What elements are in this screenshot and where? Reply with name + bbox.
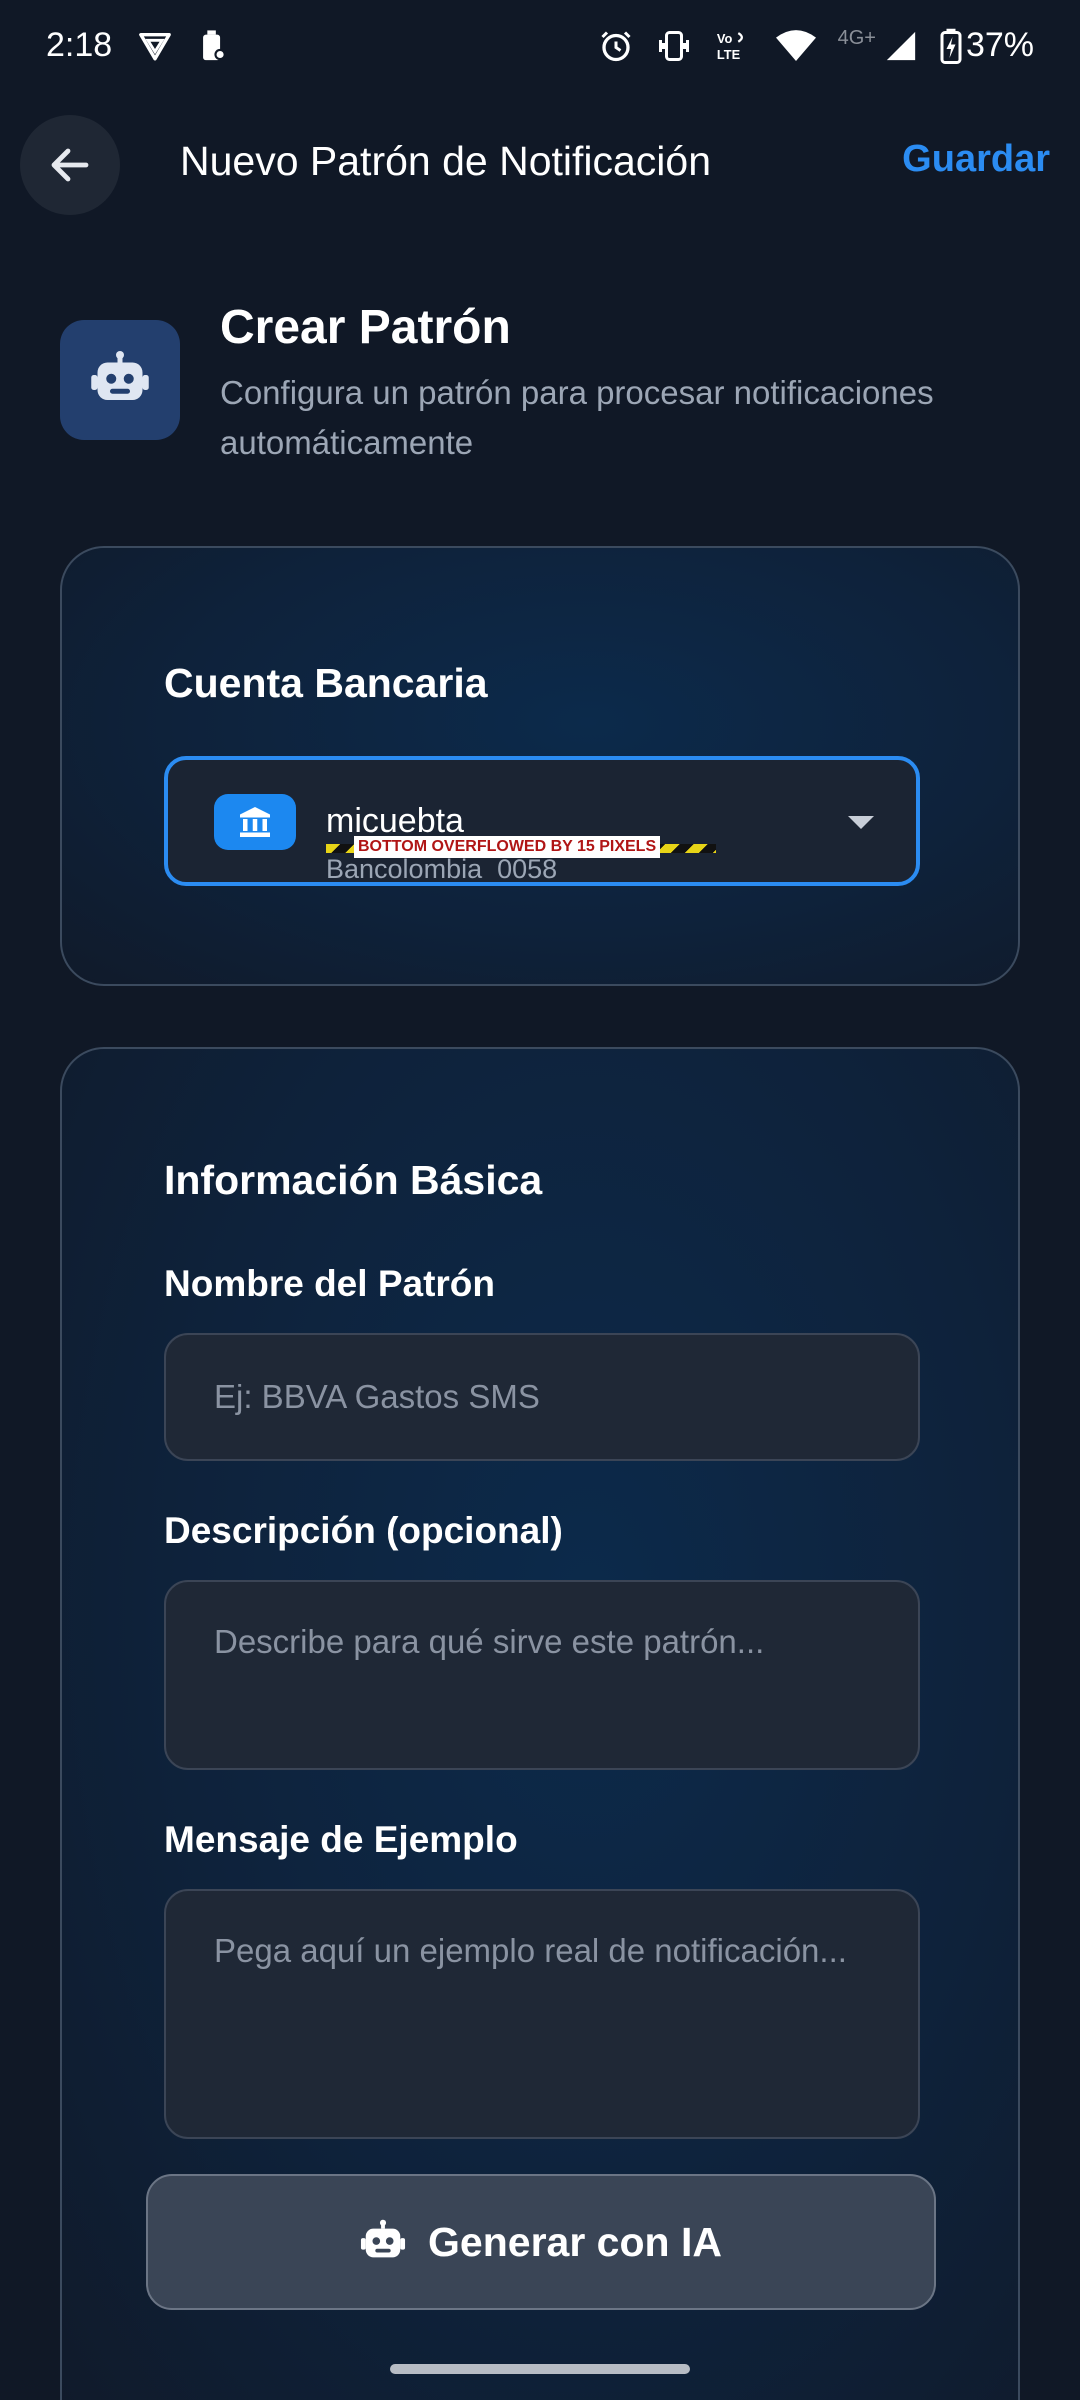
- robot-icon: [360, 2219, 406, 2258]
- generate-button-label: Generar con IA: [428, 2218, 722, 2265]
- pattern-name-label: Nombre del Patrón: [164, 1263, 495, 1304]
- pattern-name-input[interactable]: [164, 1333, 920, 1461]
- save-button[interactable]: Guardar: [902, 138, 1050, 181]
- alarm-icon: [601, 30, 631, 61]
- description-input[interactable]: [164, 1580, 920, 1770]
- page-title: Nuevo Patrón de Notificación: [180, 138, 712, 184]
- caret-down-icon: [848, 816, 874, 829]
- generate-with-ai-button[interactable]: Generar con IA: [146, 2174, 936, 2310]
- status-left: 2:18: [46, 26, 228, 65]
- description-label: Descripción (opcional): [164, 1510, 563, 1551]
- app-bar: Nuevo Patrón de Notificación Guardar: [0, 110, 1080, 220]
- status-bar: 2:18 Vo LTE 4G+ 37%: [0, 0, 1080, 95]
- example-message-label: Mensaje de Ejemplo: [164, 1819, 518, 1860]
- status-right: Vo LTE 4G+ 37%: [598, 26, 1034, 65]
- vibrate-icon: [658, 30, 689, 61]
- wifi-icon: [775, 29, 816, 61]
- vpn-shield-icon: [139, 32, 172, 60]
- overflow-warning-text: BOTTOM OVERFLOWED BY 15 PIXELS: [354, 836, 661, 858]
- signal-icon: [886, 31, 916, 60]
- header-subtitle: Configura un patrón para procesar notifi…: [220, 374, 934, 461]
- volte-icon: Vo LTE: [716, 31, 743, 61]
- network-type-label: 4G+: [837, 27, 876, 49]
- gesture-navigation-handle[interactable]: [390, 2364, 690, 2374]
- bank-icon: [240, 807, 270, 837]
- battery-saver-icon: [203, 29, 226, 60]
- basic-info-card: Información Básica Nombre del Patrón Des…: [60, 1047, 1020, 2400]
- back-button[interactable]: [20, 115, 120, 215]
- bank-account-dropdown[interactable]: micuebta Bancolombia 0058 BOTTOM OVERFLO…: [164, 756, 920, 886]
- svg-text:LTE: LTE: [716, 46, 740, 61]
- basic-card-title: Información Básica: [164, 1157, 543, 1203]
- header-title: Crear Patrón: [220, 301, 511, 354]
- robot-icon: [91, 351, 149, 400]
- example-message-input[interactable]: [164, 1889, 920, 2139]
- status-time: 2:18: [46, 26, 113, 64]
- battery-percent: 37%: [965, 26, 1034, 64]
- selected-account-detail: Bancolombia 0058: [326, 854, 558, 884]
- bank-account-card: Cuenta Bancaria micuebta Bancolombia 005…: [60, 546, 1020, 986]
- bank-card-title: Cuenta Bancaria: [164, 660, 488, 706]
- battery-charging-icon: [940, 28, 962, 64]
- bank-icon-box: [214, 794, 296, 850]
- arrow-left-icon: [51, 148, 89, 182]
- svg-text:Vo: Vo: [716, 31, 732, 46]
- header-icon-box: [60, 320, 180, 440]
